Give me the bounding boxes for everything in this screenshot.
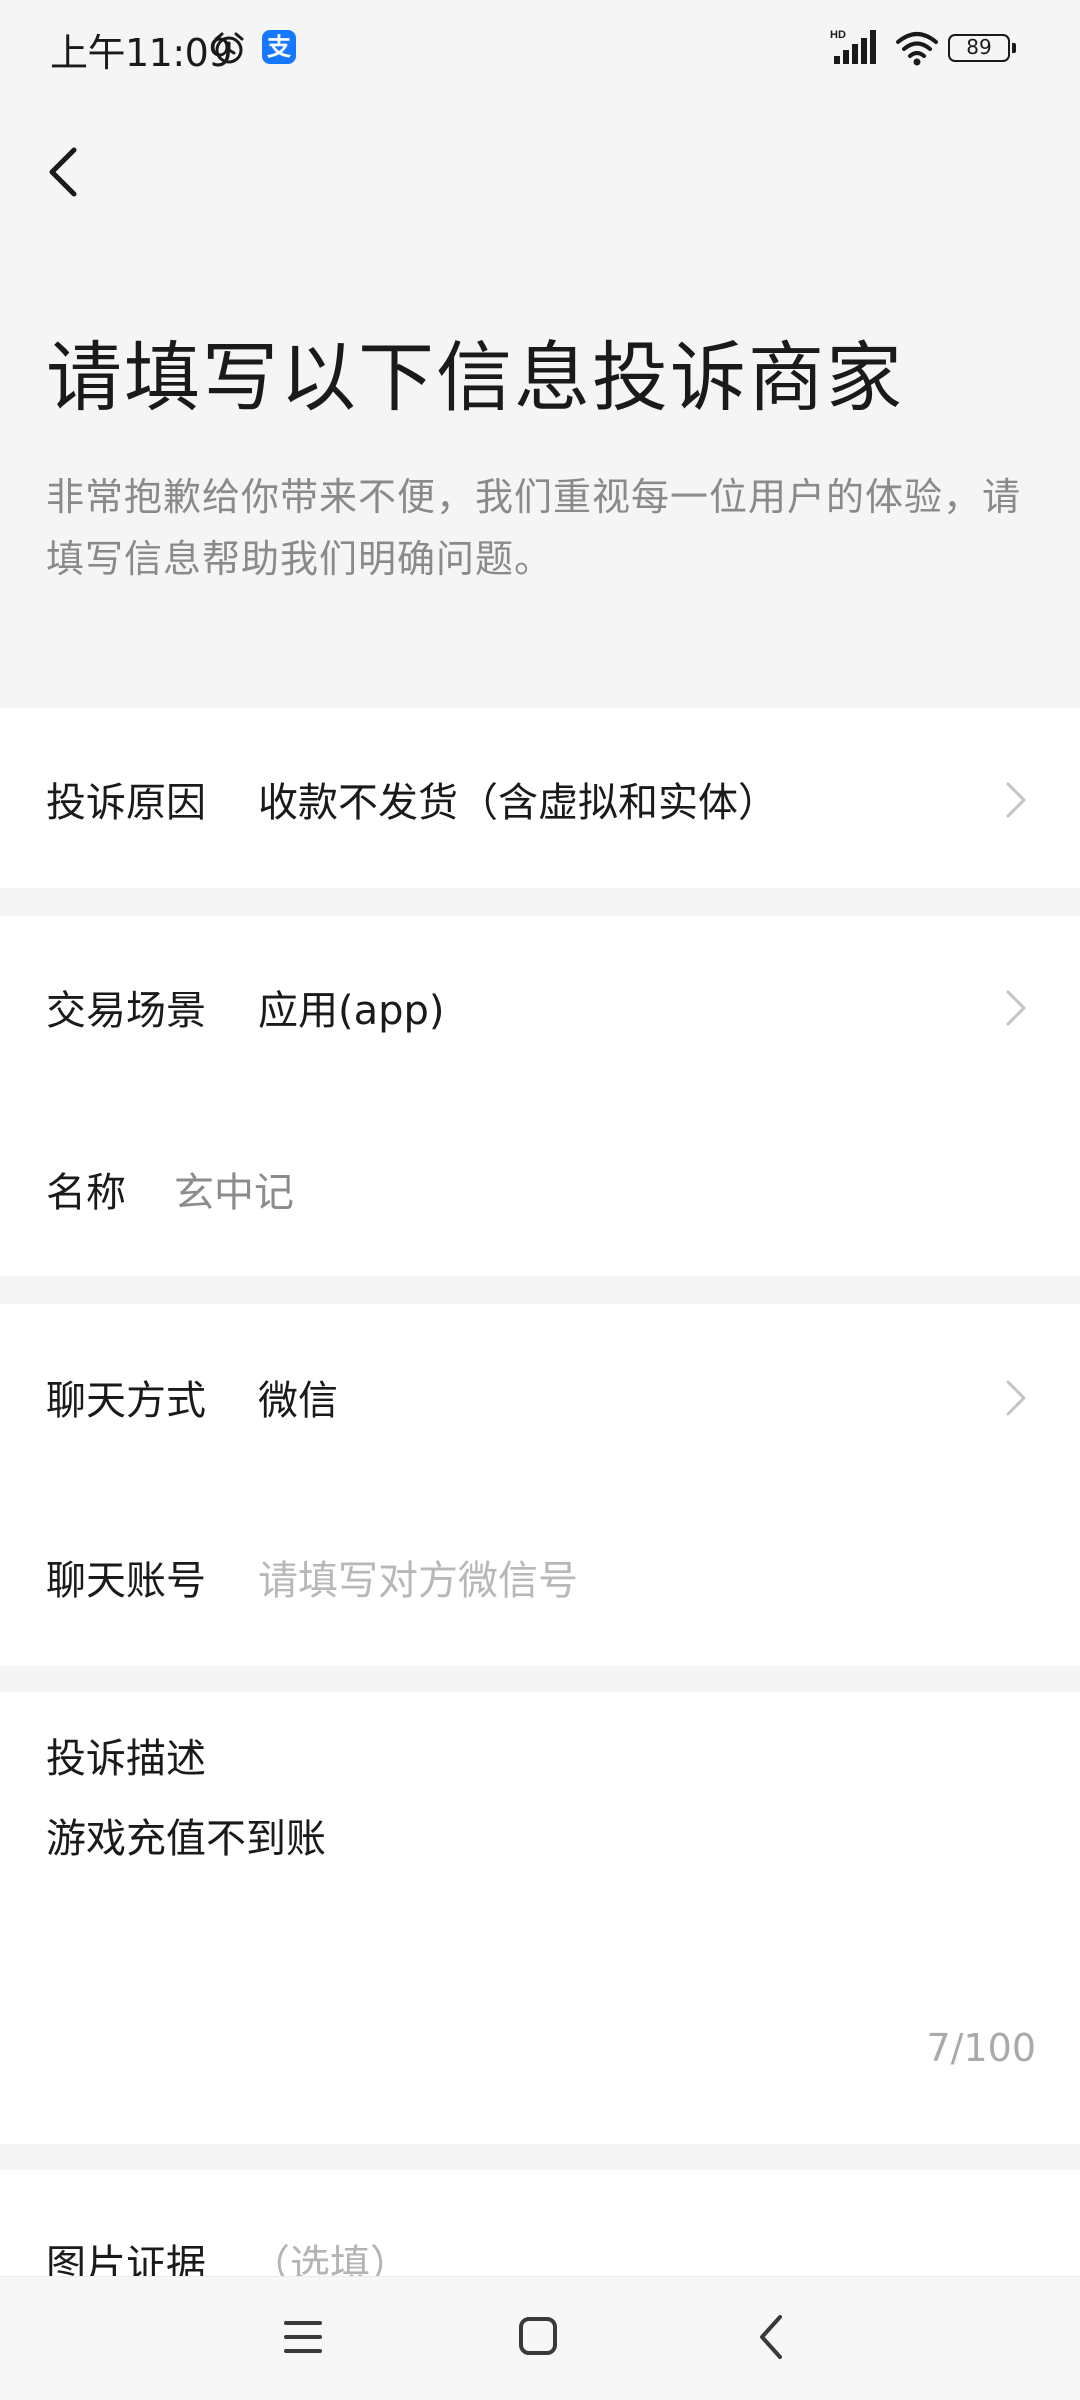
chat-account-row[interactable]: 聊天账号 请填写对方微信号	[0, 1520, 1080, 1630]
complaint-reason-row[interactable]: 投诉原因 收款不发货（含虚拟和实体）	[0, 742, 1080, 852]
description-card: 投诉描述 游戏充值不到账 7/100	[0, 1692, 1080, 2144]
transaction-scene-row[interactable]: 交易场景 应用(app)	[0, 950, 1080, 1060]
alarm-clock-icon	[214, 32, 244, 64]
description-char-counter: 7/100	[926, 2026, 1036, 2070]
status-time: 上午11:09	[50, 31, 233, 75]
menu-lines-icon[interactable]	[282, 2317, 324, 2357]
transaction-scene-label: 交易场景	[46, 988, 206, 1034]
complaint-reason-label: 投诉原因	[46, 780, 206, 826]
svg-text:HD: HD	[830, 29, 846, 41]
chat-account-label: 聊天账号	[46, 1558, 206, 1604]
system-nav-bar	[0, 2276, 1080, 2400]
page-title: 请填写以下信息投诉商家	[46, 333, 904, 422]
name-row[interactable]: 名称 玄中记	[0, 1132, 1080, 1242]
status-bar: 上午11:09 支 HD 89	[0, 0, 1080, 96]
battery-icon: 89	[948, 34, 1016, 62]
description-textarea[interactable]: 游戏充值不到账	[46, 1806, 326, 1864]
chevron-right-icon	[1006, 782, 1026, 818]
wifi-icon	[896, 32, 938, 66]
chevron-right-icon	[1006, 990, 1026, 1026]
chat-account-input[interactable]: 请填写对方微信号	[258, 1548, 578, 1606]
chat-method-value: 微信	[258, 1378, 338, 1424]
description-label: 投诉描述	[46, 1736, 206, 1782]
name-label: 名称	[46, 1170, 126, 1216]
complaint-reason-card: 投诉原因 收款不发货（含虚拟和实体）	[0, 708, 1080, 888]
transaction-card: 交易场景 应用(app) 名称 玄中记	[0, 916, 1080, 1276]
page-subtitle: 非常抱歉给你带来不便，我们重视每一位用户的体验，请填写信息帮助我们明确问题。	[46, 475, 1022, 581]
complaint-reason-value: 收款不发货（含虚拟和实体）	[258, 780, 778, 826]
chat-method-label: 聊天方式	[46, 1378, 206, 1424]
chevron-right-icon	[1006, 1380, 1026, 1416]
chat-card: 聊天方式 微信 聊天账号 请填写对方微信号	[0, 1304, 1080, 1666]
home-square-icon[interactable]	[518, 2315, 558, 2357]
chat-method-row[interactable]: 聊天方式 微信	[0, 1340, 1080, 1450]
back-triangle-icon[interactable]	[756, 2313, 786, 2361]
transaction-scene-value: 应用(app)	[258, 988, 445, 1034]
cellular-signal-icon: HD	[830, 29, 876, 64]
alipay-icon: 支	[262, 30, 296, 64]
name-value: 玄中记	[174, 1170, 294, 1216]
back-button[interactable]	[34, 140, 90, 204]
